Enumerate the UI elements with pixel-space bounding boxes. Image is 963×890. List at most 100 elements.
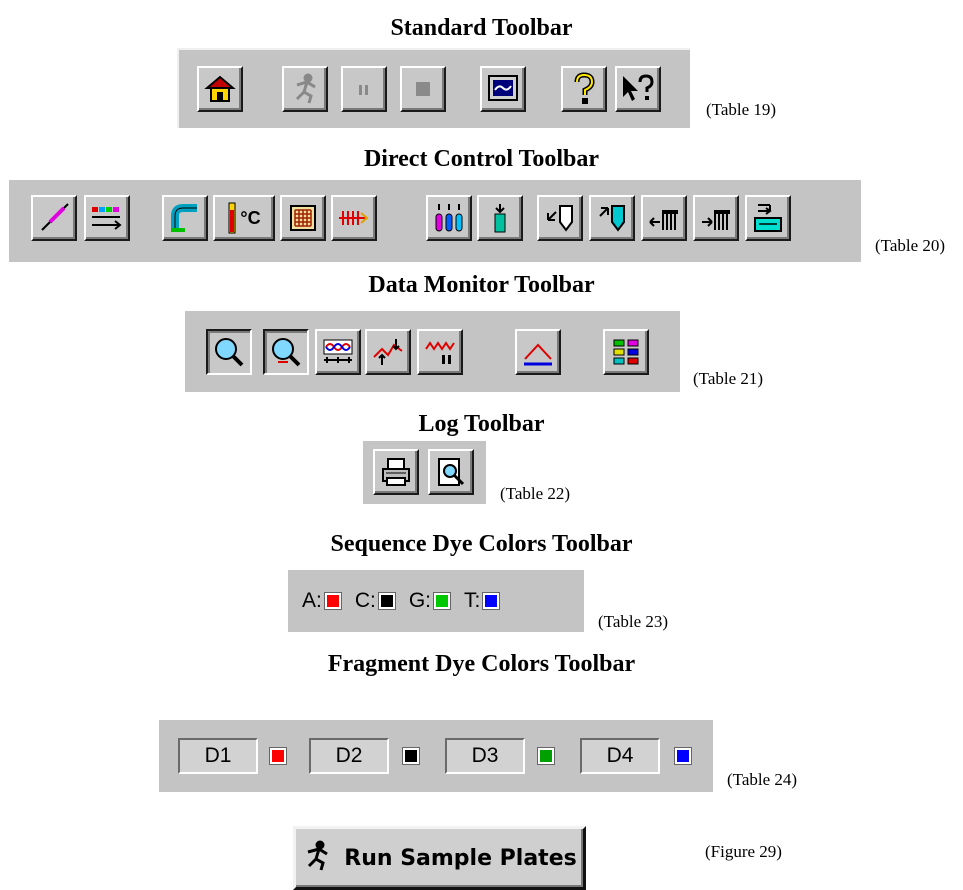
run-icon: [289, 73, 321, 105]
temperature-icon: °C: [227, 202, 261, 234]
direct-control-toolbar-reference: (Table 20): [875, 236, 946, 255]
electrode-button[interactable]: [331, 195, 377, 241]
context-help-icon: [620, 73, 656, 105]
tip-in-icon: [596, 202, 628, 234]
help-button[interactable]: [561, 66, 607, 112]
help-icon: [572, 72, 596, 106]
run-sample-plates-label: Run Sample Plates: [344, 845, 577, 871]
print-preview-button[interactable]: [428, 449, 474, 495]
home-icon: [204, 73, 236, 105]
print-icon: [380, 456, 412, 488]
dye-a-label: A:: [302, 589, 322, 612]
tubes-button[interactable]: [426, 195, 472, 241]
baseline-icon: [522, 337, 554, 367]
gel-icon: [90, 203, 124, 233]
comb-left-icon: [648, 202, 680, 234]
pump-button[interactable]: [162, 195, 208, 241]
monitor-button[interactable]: [480, 66, 526, 112]
temperature-unit-label: °C: [240, 207, 261, 228]
log-toolbar-title: Log Toolbar: [418, 411, 545, 437]
standard-toolbar: [177, 48, 690, 128]
run-button[interactable]: [282, 66, 328, 112]
standard-toolbar-reference: (Table 19): [706, 100, 777, 119]
plate-icon: [288, 203, 318, 233]
syringe-button[interactable]: [31, 195, 77, 241]
tip-in-button[interactable]: [589, 195, 635, 241]
plate-button[interactable]: [280, 195, 326, 241]
zoom-in-button[interactable]: [206, 329, 252, 375]
signal-icon: [424, 337, 456, 367]
dye-c-label: C:: [354, 589, 376, 612]
dye-c[interactable]: C:: [354, 589, 396, 613]
dye-a[interactable]: A:: [302, 589, 342, 613]
dye-g-label: G:: [408, 589, 432, 612]
print-preview-icon: [435, 456, 467, 488]
log-toolbar: [363, 441, 486, 504]
dye-d4-swatch: [674, 747, 692, 765]
home-button[interactable]: [197, 66, 243, 112]
direct-control-toolbar: °C: [9, 180, 861, 262]
dye-d2-swatch: [402, 747, 420, 765]
electrode-icon: [337, 203, 371, 233]
monitor-icon: [487, 74, 519, 104]
pause-button[interactable]: [341, 66, 387, 112]
grid-icon: [611, 337, 641, 367]
fragment-dye-toolbar: D1 D2 D3 D4: [159, 720, 713, 792]
sequence-dye-toolbar: A: C: G: T:: [288, 570, 584, 632]
comb-left-button[interactable]: [641, 195, 687, 241]
data-monitor-toolbar: [185, 311, 680, 392]
log-toolbar-reference: (Table 22): [500, 484, 571, 503]
dye-t-label: T:: [464, 589, 481, 612]
arrows-icon: [372, 337, 404, 367]
scan-icon: [321, 337, 355, 367]
run-button-reference: (Figure 29): [705, 842, 782, 861]
dye-g-swatch: [433, 592, 452, 611]
direct-control-toolbar-title: Direct Control Toolbar: [363, 146, 600, 172]
gel-button[interactable]: [84, 195, 130, 241]
scan-button[interactable]: [315, 329, 361, 375]
comb-right-button[interactable]: [693, 195, 739, 241]
dye-c-swatch: [377, 592, 396, 611]
dye-g[interactable]: G:: [408, 589, 452, 613]
fragment-dye-toolbar-reference: (Table 24): [727, 770, 798, 789]
run-icon: [302, 840, 332, 877]
dye-d1-swatch: [269, 747, 287, 765]
dye-d3-swatch: [537, 747, 555, 765]
dye-d1-box[interactable]: D1: [178, 738, 258, 774]
baseline-button[interactable]: [515, 329, 561, 375]
zoom-in-icon: [213, 336, 245, 368]
print-button[interactable]: [373, 449, 419, 495]
signal-button[interactable]: [417, 329, 463, 375]
fragment-dye-toolbar-title: Fragment Dye Colors Toolbar: [327, 651, 636, 677]
dye-d4-box[interactable]: D4: [580, 738, 660, 774]
dye-t[interactable]: T:: [464, 589, 501, 613]
comb-right-icon: [700, 202, 732, 234]
tube-button[interactable]: [477, 195, 523, 241]
stop-icon: [413, 79, 433, 99]
dye-d2-box[interactable]: D2: [309, 738, 389, 774]
tip-out-button[interactable]: [537, 195, 583, 241]
sequence-dye-toolbar-reference: (Table 23): [598, 612, 669, 631]
arrows-button[interactable]: [365, 329, 411, 375]
buffer-icon: [752, 202, 784, 234]
run-sample-plates-button[interactable]: Run Sample Plates: [293, 826, 586, 890]
tubes-icon: [433, 202, 465, 234]
buffer-button[interactable]: [745, 195, 791, 241]
standard-toolbar-title: Standard Toolbar: [390, 15, 573, 41]
sequence-dye-toolbar-title: Sequence Dye Colors Toolbar: [330, 531, 633, 557]
temperature-button[interactable]: °C: [213, 195, 275, 241]
tube-icon: [490, 202, 510, 234]
dye-a-swatch: [323, 592, 342, 611]
data-monitor-toolbar-reference: (Table 21): [693, 369, 764, 388]
dye-t-swatch: [482, 592, 501, 611]
zoom-out-button[interactable]: [263, 329, 309, 375]
pump-icon: [169, 202, 201, 234]
dye-d3-box[interactable]: D3: [445, 738, 525, 774]
zoom-out-icon: [270, 336, 302, 368]
syringe-icon: [38, 202, 70, 234]
tip-out-icon: [544, 202, 576, 234]
context-help-button[interactable]: [615, 66, 661, 112]
data-monitor-toolbar-title: Data Monitor Toolbar: [368, 272, 595, 298]
grid-button[interactable]: [603, 329, 649, 375]
stop-button[interactable]: [400, 66, 446, 112]
